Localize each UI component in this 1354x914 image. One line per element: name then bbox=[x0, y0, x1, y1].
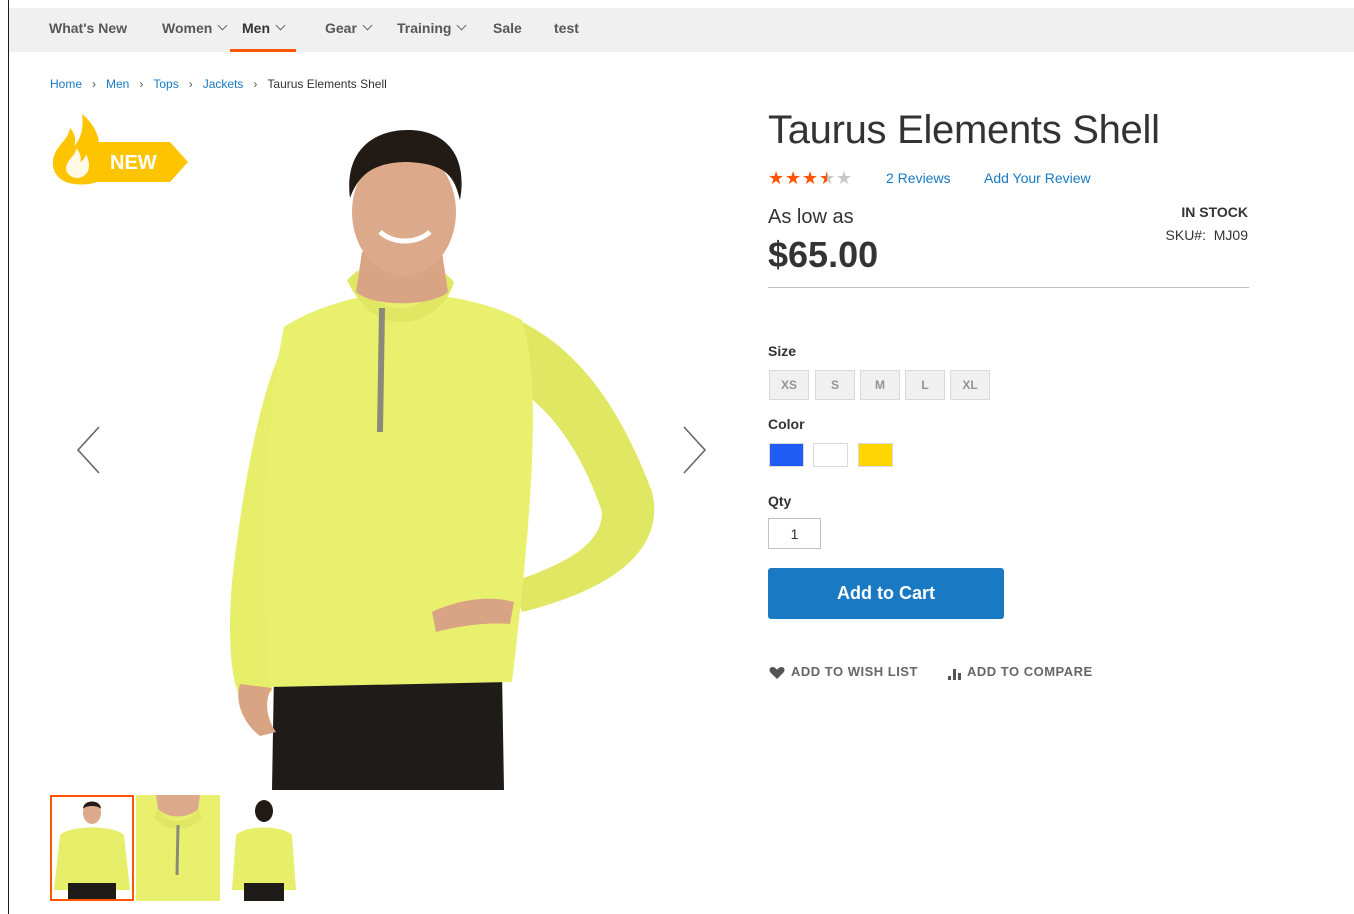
previous-image-button[interactable] bbox=[74, 424, 104, 476]
color-option-white[interactable] bbox=[813, 443, 848, 467]
chevron-down-icon bbox=[362, 20, 373, 31]
nav-item-training[interactable]: Training bbox=[397, 8, 467, 52]
nav-item-test[interactable]: test bbox=[554, 8, 579, 52]
breadcrumb-jackets[interactable]: Jackets bbox=[203, 77, 244, 91]
sku-label: SKU#: bbox=[1165, 227, 1206, 243]
product-price: $65.00 bbox=[768, 234, 879, 275]
nav-item-label: Men bbox=[242, 20, 270, 36]
chevron-right-icon: › bbox=[253, 77, 258, 91]
sku-value: MJ09 bbox=[1213, 227, 1248, 243]
star-icon: ★ bbox=[785, 168, 802, 188]
size-option-xl[interactable]: XL bbox=[950, 370, 990, 400]
add-to-cart-button[interactable]: Add to Cart bbox=[768, 568, 1004, 619]
product-title: Taurus Elements Shell bbox=[768, 108, 1160, 152]
new-badge: NEW bbox=[52, 114, 188, 185]
nav-item-whats-new[interactable]: What's New bbox=[49, 8, 127, 52]
chevron-right-icon: › bbox=[92, 77, 97, 91]
add-review-link[interactable]: Add Your Review bbox=[984, 170, 1091, 186]
wishlist-label: ADD TO WISH LIST bbox=[791, 664, 918, 679]
sku: SKU#: MJ09 bbox=[1166, 227, 1248, 243]
divider bbox=[768, 287, 1249, 288]
add-to-compare-link[interactable]: ADD TO COMPARE bbox=[947, 664, 1093, 680]
qty-input[interactable] bbox=[768, 518, 821, 549]
thumbnail-back[interactable] bbox=[222, 795, 306, 901]
breadcrumb: Home › Men › Tops › Jackets › Taurus Elements Sh… bbox=[50, 77, 387, 91]
chevron-down-icon bbox=[275, 20, 286, 31]
color-label: Color bbox=[768, 416, 805, 432]
chevron-down-icon bbox=[457, 20, 467, 31]
star-icon: ★ bbox=[768, 168, 785, 188]
size-option-s[interactable]: S bbox=[815, 370, 855, 400]
breadcrumb-home[interactable]: Home bbox=[50, 77, 82, 91]
color-option-blue[interactable] bbox=[769, 443, 804, 467]
rating-stars: ★★★★★★ bbox=[768, 168, 853, 189]
nav-item-label: What's New bbox=[49, 20, 128, 36]
next-image-button[interactable] bbox=[679, 424, 709, 476]
new-badge-label: NEW bbox=[110, 152, 157, 174]
nav-item-label: Sale bbox=[493, 20, 522, 36]
half-star-icon: ★★ bbox=[819, 168, 836, 188]
nav-item-label: Training bbox=[397, 20, 452, 36]
size-option-l[interactable]: L bbox=[905, 370, 945, 400]
chevron-down-icon bbox=[217, 20, 228, 31]
nav-item-label: Gear bbox=[325, 20, 357, 36]
breadcrumb-men[interactable]: Men bbox=[106, 77, 129, 91]
stock-status: IN STOCK bbox=[1181, 204, 1248, 220]
heart-icon bbox=[769, 666, 785, 679]
thumbnail-image bbox=[136, 795, 220, 901]
star-icon: ★ bbox=[802, 168, 819, 188]
size-option-m[interactable]: M bbox=[860, 370, 900, 400]
chevron-right-icon: › bbox=[139, 77, 144, 91]
breadcrumb-tops[interactable]: Tops bbox=[153, 77, 178, 91]
nav-item-gear[interactable]: Gear bbox=[325, 8, 373, 52]
breadcrumb-current: Taurus Elements Shell bbox=[267, 77, 387, 91]
nav-item-label: Women bbox=[162, 20, 213, 36]
product-main-image bbox=[222, 112, 667, 790]
color-option-yellow[interactable] bbox=[858, 443, 893, 467]
nav-item-sale[interactable]: Sale bbox=[493, 8, 522, 52]
nav-item-label: test bbox=[554, 20, 579, 36]
thumbnail-front[interactable] bbox=[50, 795, 134, 901]
qty-label: Qty bbox=[768, 493, 792, 509]
nav-item-women[interactable]: Women bbox=[162, 8, 228, 52]
add-to-wishlist-link[interactable]: ADD TO WISH LIST bbox=[769, 664, 918, 680]
chevron-right-icon: › bbox=[188, 77, 193, 91]
top-navigation: What's New Women Men Gear Training Sale … bbox=[9, 8, 1354, 52]
nav-item-men[interactable]: Men bbox=[230, 8, 296, 52]
size-option-xs[interactable]: XS bbox=[769, 370, 809, 400]
reviews-link[interactable]: 2 Reviews bbox=[886, 170, 951, 186]
empty-star-icon: ★ bbox=[836, 168, 853, 188]
thumbnail-image bbox=[50, 795, 134, 901]
compare-icon bbox=[948, 668, 961, 680]
compare-label: ADD TO COMPARE bbox=[967, 664, 1093, 679]
thumbnail-collar[interactable] bbox=[136, 795, 220, 901]
thumbnail-image bbox=[222, 795, 306, 901]
price-prefix: As low as bbox=[768, 206, 854, 228]
size-label: Size bbox=[768, 343, 797, 359]
